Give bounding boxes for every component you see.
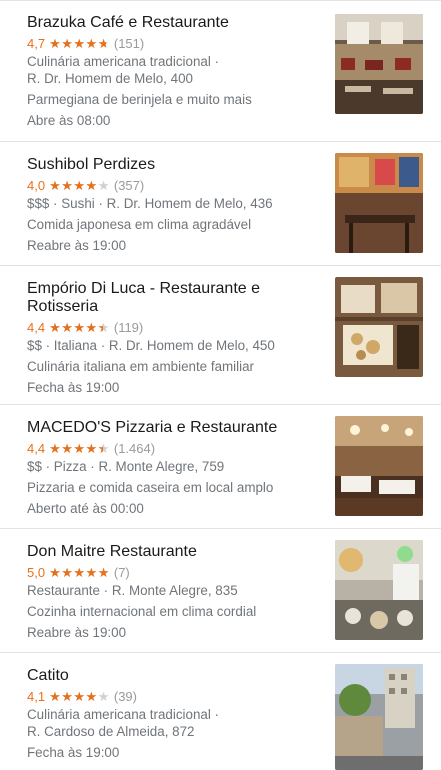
category-line: Culinária americana tradicional ·	[27, 707, 220, 722]
description: Pizzaria e comida caseira em local amplo	[27, 480, 274, 495]
hours: Reabre às 19:00	[27, 238, 127, 253]
result-item-catito[interactable]: Catito 4,1 ★★★★★★★★★★ (39) Culinária ame…	[0, 653, 441, 770]
result-item-sushibol[interactable]: Sushibol Perdizes 4,0 ★★★★★★★★★★ (357) $…	[0, 142, 441, 266]
restaurant-photo[interactable]	[335, 664, 423, 770]
category-line: Culinária americana tradicional ·	[27, 54, 220, 69]
rating-value: 4,7	[27, 36, 46, 51]
category-line: $$$ · Sushi · R. Dr. Homem de Melo, 436	[27, 196, 273, 211]
review-count: (151)	[113, 36, 145, 51]
address-line: R. Cardoso de Almeida, 872	[27, 724, 195, 739]
description: Comida japonesa em clima agradável	[27, 217, 252, 232]
review-count: (7)	[113, 565, 130, 580]
description: Parmegiana de berinjela e muito mais	[27, 92, 252, 107]
result-title: Brazuka Café e Restaurante	[27, 14, 229, 31]
restaurant-photo[interactable]	[335, 416, 423, 516]
rating-row: 4,4 ★★★★★★★★★★ (1.464)	[27, 439, 317, 458]
category-line: Restaurante · R. Monte Alegre, 835	[27, 583, 238, 598]
hours: Reabre às 19:00	[27, 625, 127, 640]
rating-row: 4,1 ★★★★★★★★★★ (39)	[27, 687, 317, 706]
rating-row: 4,0 ★★★★★★★★★★ (357)	[27, 176, 317, 195]
review-count: (357)	[113, 178, 145, 193]
description: Cozinha internacional em clima cordial	[27, 604, 257, 619]
result-title: Catito	[27, 667, 69, 684]
result-title: MACEDO'S Pizzaria e Restaurante	[27, 419, 278, 436]
rating-value: 4,0	[27, 178, 46, 193]
hours: Fecha às 19:00	[27, 380, 120, 395]
restaurant-photo[interactable]	[335, 14, 423, 114]
rating-value: 4,4	[27, 441, 46, 456]
restaurant-photo[interactable]	[335, 540, 423, 640]
star-rating-icon: ★★★★★★★★★★	[49, 441, 110, 456]
rating-value: 4,4	[27, 320, 46, 335]
hours: Aberto até às 00:00	[27, 501, 144, 516]
review-count: (119)	[113, 320, 144, 335]
review-count: (1.464)	[113, 441, 156, 456]
address-line: R. Dr. Homem de Melo, 400	[27, 71, 193, 86]
result-title: Sushibol Perdizes	[27, 156, 156, 173]
result-title: Don Maitre Restaurante	[27, 543, 197, 560]
star-rating-icon: ★★★★★★★★★★	[49, 320, 110, 335]
category-line: $$ · Pizza · R. Monte Alegre, 759	[27, 459, 225, 474]
rating-row: 4,7 ★★★★★ ★★★★★ (151)	[27, 34, 317, 53]
rating-row: 5,0 ★★★★★ ★★★★★ (7)	[27, 563, 317, 582]
result-item-macedos[interactable]: MACEDO'S Pizzaria e Restaurante 4,4 ★★★★…	[0, 405, 441, 529]
hours: Abre às 08:00	[27, 113, 111, 128]
result-item-emporio-di-luca[interactable]: Empório Di Luca - Restaurante e Rotisser…	[0, 266, 441, 405]
restaurant-photo[interactable]	[335, 277, 423, 377]
result-title: Empório Di Luca - Restaurante e Rotisser…	[27, 280, 260, 315]
category-line: $$ · Italiana · R. Dr. Homem de Melo, 45…	[27, 338, 275, 353]
hours: Fecha às 19:00	[27, 745, 120, 760]
result-item-brazuka[interactable]: Brazuka Café e Restaurante 4,7 ★★★★★ ★★★★…	[0, 0, 441, 142]
restaurant-photo[interactable]	[335, 153, 423, 253]
star-rating-icon: ★★★★★★★★★★	[49, 178, 110, 193]
rating-value: 4,1	[27, 689, 46, 704]
star-rating-icon: ★★★★★★★★★★	[49, 689, 110, 704]
rating-row: 4,4 ★★★★★★★★★★ (119)	[27, 318, 317, 337]
rating-value: 5,0	[27, 565, 46, 580]
review-count: (39)	[113, 689, 137, 704]
result-item-don-maitre[interactable]: Don Maitre Restaurante 5,0 ★★★★★ ★★★★★ (7…	[0, 529, 441, 653]
description: Culinária italiana em ambiente familiar	[27, 359, 255, 374]
star-rating-icon: ★★★★★★★★★★	[49, 36, 110, 51]
star-rating-icon: ★★★★★★★★★★	[49, 565, 110, 580]
